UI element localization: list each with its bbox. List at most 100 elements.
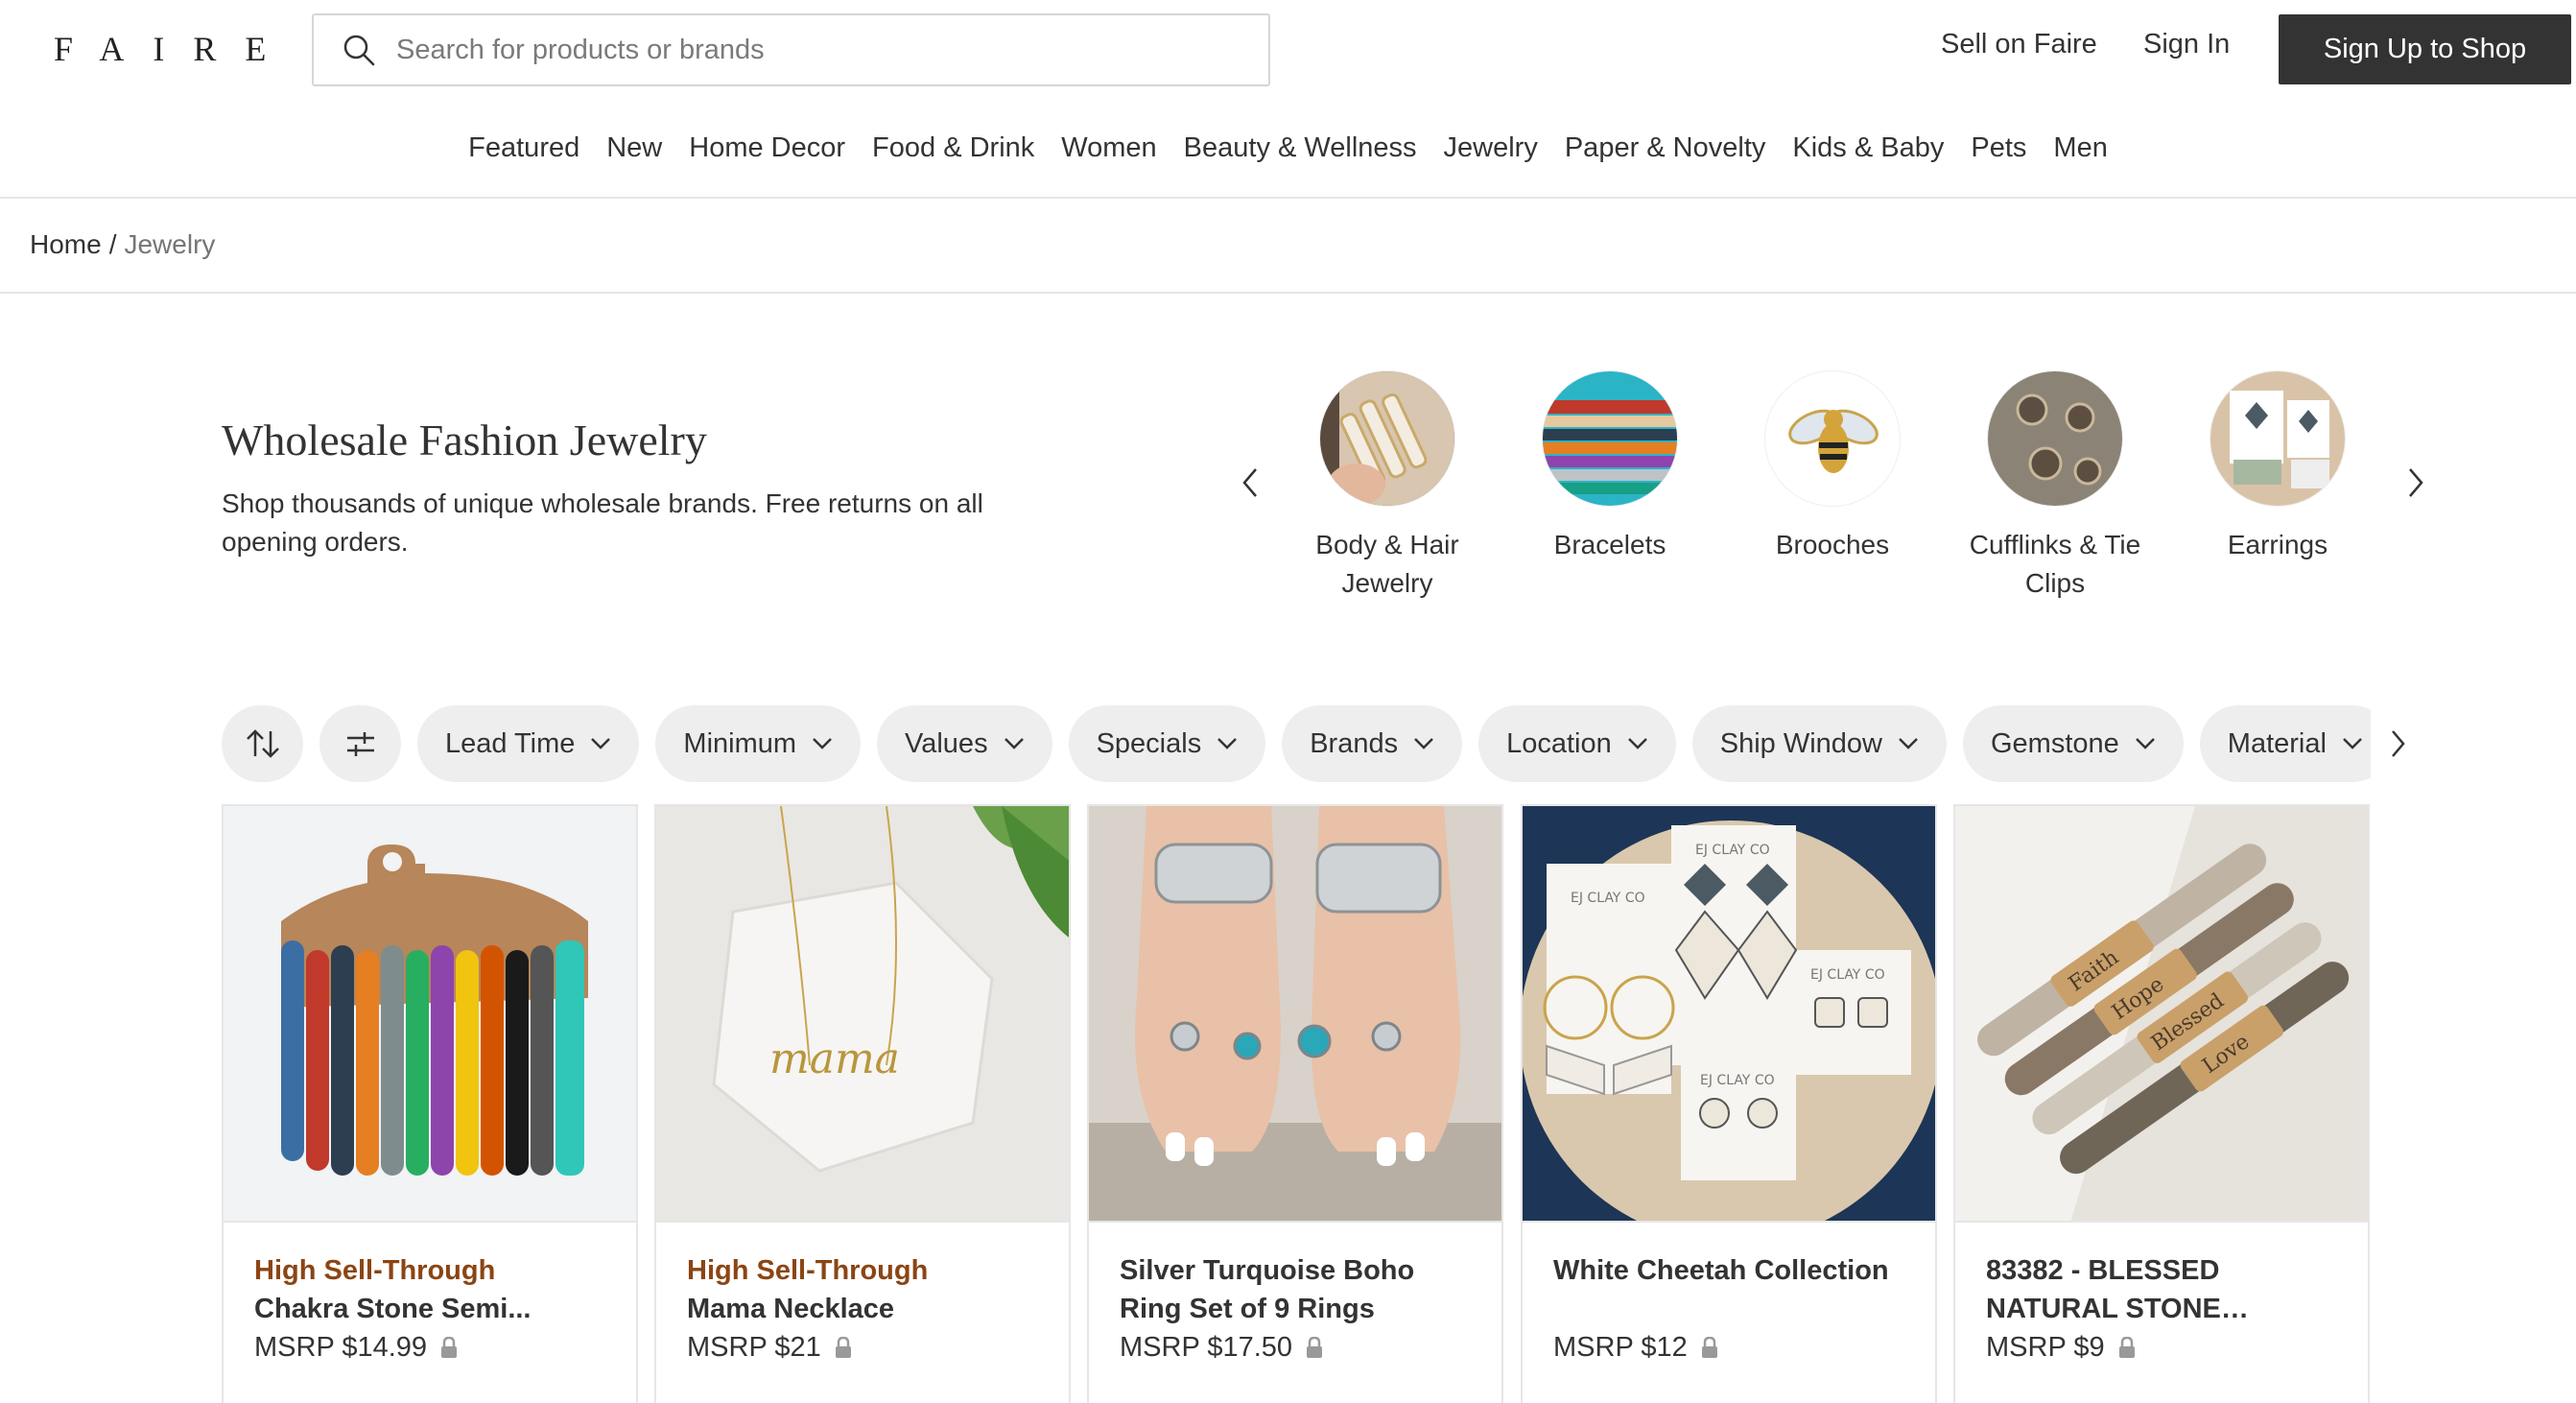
product-card[interactable]: mama High Sell-Through Mama Necklace MSR… bbox=[654, 804, 1071, 1403]
filter-label: Location bbox=[1506, 727, 1612, 759]
lock-icon bbox=[1701, 1337, 1717, 1358]
filter-values[interactable]: Values bbox=[877, 705, 1052, 782]
product-name: Mama Necklace bbox=[687, 1294, 895, 1324]
breadcrumb-home[interactable]: Home bbox=[30, 229, 102, 259]
breadcrumb-current: Jewelry bbox=[124, 229, 216, 259]
lock-icon bbox=[835, 1337, 851, 1358]
site-header: FAIRE Search for products or brands Sell… bbox=[0, 0, 2576, 199]
page-title: Wholesale Fashion Jewelry bbox=[222, 416, 707, 464]
chevron-down-icon bbox=[1414, 738, 1433, 749]
filter-scroll-next-button[interactable] bbox=[2380, 725, 2415, 763]
product-card[interactable]: Silver Turquoise Boho Ring Set of 9 Ring… bbox=[1087, 804, 1503, 1403]
subcategory-label: Earrings bbox=[2227, 530, 2328, 559]
lock-icon bbox=[441, 1337, 458, 1358]
chevron-down-icon bbox=[2135, 738, 2155, 749]
chevron-down-icon bbox=[2343, 738, 2362, 749]
product-image-white-cheetah-earrings: EJ CLAY CO EJ CLAY CO EJ CLAY CO EJ CLAY… bbox=[1523, 806, 1935, 1223]
faire-logo[interactable]: FAIRE bbox=[54, 29, 295, 69]
nav-new[interactable]: New bbox=[606, 132, 662, 164]
search-input[interactable]: Search for products or brands bbox=[312, 13, 1270, 86]
adjust-filters-button[interactable] bbox=[319, 705, 401, 782]
chevron-down-icon bbox=[1004, 738, 1024, 749]
subcategory-body-hair-jewelry[interactable]: Body & Hair Jewelry bbox=[1277, 370, 1498, 603]
filter-label: Material bbox=[2227, 727, 2327, 759]
chevron-left-icon bbox=[1242, 468, 1257, 497]
brand-card-text: EJ CLAY CO bbox=[1571, 891, 1645, 906]
filter-label: Values bbox=[905, 727, 988, 759]
carousel-prev-button[interactable] bbox=[1231, 464, 1269, 502]
earrings-image bbox=[2210, 370, 2346, 507]
subcategory-brooches[interactable]: Brooches bbox=[1722, 370, 1943, 564]
chevron-right-icon bbox=[2409, 468, 2423, 497]
product-price: MSRP $14.99 bbox=[254, 1328, 605, 1367]
carousel-next-button[interactable] bbox=[2397, 464, 2435, 502]
nav-women[interactable]: Women bbox=[1061, 132, 1156, 164]
chevron-down-icon bbox=[591, 738, 611, 749]
product-price: MSRP $9 bbox=[1986, 1328, 2337, 1367]
beaded-bracelets-image bbox=[1542, 370, 1678, 507]
subcategory-label: Cufflinks & Tie Clips bbox=[1969, 530, 2141, 598]
product-card[interactable]: Faith Hope Blessed Love 83382 - BLESSED … bbox=[1953, 804, 2370, 1403]
necklace-script-text: mama bbox=[769, 1034, 900, 1083]
product-image-chakra-bracelets bbox=[224, 806, 636, 1223]
product-name: White Cheetah Collection bbox=[1553, 1255, 1889, 1286]
chevron-right-icon bbox=[2392, 730, 2405, 757]
filter-specials[interactable]: Specials bbox=[1068, 705, 1266, 782]
product-price: MSRP $17.50 bbox=[1120, 1328, 1471, 1367]
lock-icon bbox=[1307, 1337, 1323, 1358]
product-price: MSRP $21 bbox=[687, 1328, 1038, 1367]
filter-location[interactable]: Location bbox=[1478, 705, 1676, 782]
sign-in-link[interactable]: Sign In bbox=[2143, 29, 2230, 60]
nav-men[interactable]: Men bbox=[2053, 132, 2107, 164]
sort-arrows-icon bbox=[246, 729, 279, 758]
filter-lead-time[interactable]: Lead Time bbox=[417, 705, 640, 782]
subcategory-bracelets[interactable]: Bracelets bbox=[1500, 370, 1720, 564]
cufflinks-image bbox=[1987, 370, 2123, 507]
page-subtitle: Shop thousands of unique wholesale brand… bbox=[222, 488, 983, 557]
chevron-down-icon bbox=[813, 738, 832, 749]
filter-label: Ship Window bbox=[1719, 727, 1882, 759]
subcategory-cufflinks-tie-clips[interactable]: Cufflinks & Tie Clips bbox=[1945, 370, 2165, 603]
product-price-text: MSRP $12 bbox=[1553, 1332, 1688, 1363]
filter-material[interactable]: Material bbox=[2199, 705, 2371, 782]
brand-card-text: EJ CLAY CO bbox=[1810, 967, 1885, 983]
filter-minimum[interactable]: Minimum bbox=[655, 705, 862, 782]
brand-card-text: EJ CLAY CO bbox=[1700, 1073, 1775, 1088]
filter-bar: Lead Time Minimum Values Specials Brands… bbox=[222, 705, 2371, 782]
subcategory-earrings[interactable]: Earrings bbox=[2167, 370, 2388, 564]
nav-kids-baby[interactable]: Kids & Baby bbox=[1792, 132, 1944, 164]
chevron-down-icon bbox=[1627, 738, 1647, 749]
sort-button[interactable] bbox=[222, 705, 303, 782]
product-card[interactable]: High Sell-Through Chakra Stone Semi... M… bbox=[222, 804, 638, 1403]
filter-label: Brands bbox=[1310, 727, 1399, 759]
filter-brands[interactable]: Brands bbox=[1282, 705, 1463, 782]
filter-gemstone[interactable]: Gemstone bbox=[1963, 705, 2184, 782]
divider bbox=[0, 292, 2576, 294]
bee-brooch-image bbox=[1764, 370, 1901, 507]
nav-paper-novelty[interactable]: Paper & Novelty bbox=[1565, 132, 1766, 164]
hair-clips-image bbox=[1319, 370, 1455, 507]
search-placeholder: Search for products or brands bbox=[396, 34, 765, 65]
nav-featured[interactable]: Featured bbox=[468, 132, 579, 164]
sliders-icon bbox=[346, 732, 374, 756]
product-image-mama-necklace: mama bbox=[656, 806, 1069, 1223]
product-price-text: MSRP $9 bbox=[1986, 1332, 2105, 1363]
nav-home-decor[interactable]: Home Decor bbox=[689, 132, 845, 164]
nav-jewelry[interactable]: Jewelry bbox=[1444, 132, 1538, 164]
sign-up-button[interactable]: Sign Up to Shop bbox=[2279, 14, 2571, 84]
filter-label: Gemstone bbox=[1991, 727, 2119, 759]
lock-icon bbox=[2118, 1337, 2135, 1358]
product-image-blessed-stone-bracelets: Faith Hope Blessed Love bbox=[1955, 806, 2368, 1223]
category-nav: Featured New Home Decor Food & Drink Wom… bbox=[0, 132, 2576, 164]
filter-label: Lead Time bbox=[445, 727, 576, 759]
product-card[interactable]: EJ CLAY CO EJ CLAY CO EJ CLAY CO EJ CLAY… bbox=[1521, 804, 1937, 1403]
filter-ship-window[interactable]: Ship Window bbox=[1691, 705, 1947, 782]
sell-on-faire-link[interactable]: Sell on Faire bbox=[1941, 29, 2097, 60]
nav-pets[interactable]: Pets bbox=[1971, 132, 2026, 164]
nav-food-drink[interactable]: Food & Drink bbox=[872, 132, 1034, 164]
product-price-text: MSRP $17.50 bbox=[1120, 1332, 1293, 1363]
nav-beauty-wellness[interactable]: Beauty & Wellness bbox=[1184, 132, 1417, 164]
product-price: MSRP $12 bbox=[1553, 1328, 1904, 1367]
brand-card-text: EJ CLAY CO bbox=[1695, 843, 1770, 858]
filter-label: Specials bbox=[1096, 727, 1202, 759]
